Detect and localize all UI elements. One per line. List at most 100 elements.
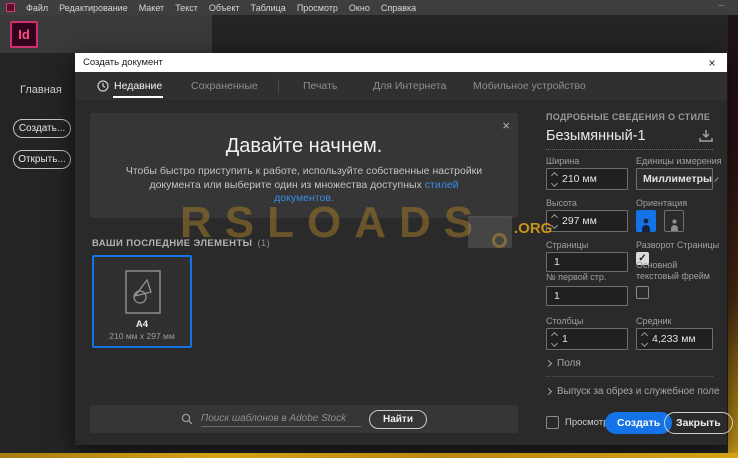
hero-body-line1: Чтобы быстро приступить к работе, исполь… [125, 165, 483, 177]
tab-mobile-label: Мобильное устройство [473, 80, 586, 92]
recent-items-label: ВАШИ ПОСЛЕДНИЕ ЭЛЕМЕНТЫ (1) [92, 238, 270, 249]
preview-checkbox[interactable] [546, 416, 559, 429]
document-name-field[interactable]: Безымянный-1 [546, 128, 646, 144]
close-button[interactable]: Закрыть [664, 412, 733, 434]
hero-body-line2: документа или выберите один из множества… [90, 179, 518, 193]
tab-saved[interactable]: Сохраненные [191, 72, 258, 100]
tab-web[interactable]: Для Интернета [373, 72, 446, 100]
indesign-logo: Id [10, 21, 38, 48]
start-page-input[interactable]: 1 [546, 286, 628, 306]
tab-recent[interactable]: Недавние [97, 72, 163, 100]
bleed-section-toggle[interactable]: Выпуск за обрез и служебное поле [544, 386, 720, 397]
hero-body-line3: документов. [90, 192, 518, 206]
primary-frame-label: Основной текстовый фрейм [636, 260, 710, 281]
columns-value: 1 [562, 333, 568, 345]
pages-value: 1 [554, 256, 560, 268]
primary-frame-checkbox[interactable] [636, 286, 649, 299]
height-spin-buttons[interactable] [547, 211, 562, 231]
height-value: 297 мм [562, 215, 597, 227]
document-thumbnail-icon [125, 270, 161, 314]
facing-pages-label: Разворот Страницы [636, 240, 720, 250]
tab-mobile[interactable]: Мобильное устройство [473, 72, 586, 100]
start-page-value: 1 [554, 290, 560, 302]
orientation-portrait-button[interactable] [636, 210, 656, 232]
portrait-person-icon [642, 218, 650, 232]
width-stepper[interactable]: 210 мм [546, 168, 628, 190]
units-dropdown[interactable]: Миллиметры [636, 168, 719, 190]
preset-details-panel: ПОДРОБНЫЕ СВЕДЕНИЯ О СТИЛЕ Безымянный-1 … [532, 100, 733, 445]
create-document-dialog: Создать документ × Недавние Сохраненные … [75, 53, 733, 445]
menu-object[interactable]: Объект [209, 3, 240, 13]
columns-spin-buttons[interactable] [547, 329, 562, 349]
panel-footer: Просмотр Создать Закрыть [546, 412, 733, 434]
stock-search-bar: Найти [90, 405, 518, 433]
chevron-down-icon [714, 176, 719, 182]
menu-type[interactable]: Текст [175, 3, 198, 13]
gutter-label: Средник [636, 316, 672, 326]
bottom-gold-bar [0, 453, 738, 458]
margins-section-toggle[interactable]: Поля [544, 358, 581, 369]
units-label: Единицы измерения [636, 156, 722, 166]
menu-bar: Файл Редактирование Макет Текст Объект Т… [0, 0, 738, 15]
height-label: Высота [546, 198, 577, 208]
section-divider [546, 376, 713, 377]
start-page-label: № первой стр. [546, 272, 607, 282]
preset-details-header: ПОДРОБНЫЕ СВЕДЕНИЯ О СТИЛЕ [546, 112, 711, 122]
tab-print[interactable]: Печать [303, 72, 337, 100]
sidebar-item-home[interactable]: Главная [20, 84, 62, 96]
dialog-close-icon[interactable]: × [703, 53, 721, 72]
units-value: Миллиметры [643, 173, 712, 185]
hero-close-icon[interactable]: × [502, 118, 510, 133]
stock-search-input[interactable] [201, 411, 361, 427]
tab-divider [278, 79, 279, 93]
dialog-content: × Давайте начнем. Чтобы быстро приступит… [75, 100, 733, 445]
menu-view[interactable]: Просмотр [297, 3, 338, 13]
menu-edit[interactable]: Редактирование [59, 3, 128, 13]
menu-help[interactable]: Справка [381, 3, 416, 13]
background-edge-strip [728, 0, 738, 458]
sidebar-create-button[interactable]: Создать... [13, 119, 71, 138]
tab-recent-label: Недавние [114, 80, 163, 92]
clock-icon [97, 80, 109, 92]
create-button[interactable]: Создать [605, 412, 673, 434]
width-spin-buttons[interactable] [547, 169, 562, 189]
active-tab-underline [113, 96, 163, 98]
minimize-icon[interactable]: – [718, 0, 724, 11]
menu-window[interactable]: Окно [349, 3, 370, 13]
menu-file[interactable]: Файл [26, 3, 48, 13]
dialog-tabbar: Недавние Сохраненные Печать Для Интернет… [75, 72, 727, 100]
width-value: 210 мм [562, 173, 597, 185]
documents-link[interactable]: документов. [274, 192, 334, 204]
menu-table[interactable]: Таблица [251, 3, 286, 13]
tab-web-label: Для Интернета [373, 80, 447, 92]
dialog-titlebar: Создать документ × [75, 53, 727, 72]
pages-input[interactable]: 1 [546, 252, 628, 272]
orientation-label: Ориентация [636, 198, 688, 208]
save-preset-icon[interactable] [699, 129, 713, 143]
menu-layout[interactable]: Макет [139, 3, 164, 13]
find-button[interactable]: Найти [369, 409, 427, 429]
app-window: Файл Редактирование Макет Текст Объект Т… [0, 0, 738, 458]
hero-body: Чтобы быстро приступить к работе, исполь… [90, 165, 518, 206]
app-toolbar: Id [0, 15, 212, 53]
styles-link[interactable]: стилей [425, 179, 459, 191]
recent-card-size: 210 мм x 297 мм [109, 331, 175, 341]
chevron-right-icon [544, 359, 553, 368]
columns-stepper[interactable]: 1 [546, 328, 628, 350]
gutter-stepper[interactable]: 4,233 мм [636, 328, 713, 350]
tab-print-label: Печать [303, 80, 338, 92]
orientation-landscape-button[interactable] [664, 210, 684, 232]
height-stepper[interactable]: 297 мм [546, 210, 628, 232]
document-name-row: Безымянный-1 [546, 127, 713, 150]
sidebar-open-button[interactable]: Открыть... [13, 150, 71, 169]
recent-items-title: ВАШИ ПОСЛЕДНИЕ ЭЛЕМЕНТЫ [92, 238, 253, 249]
hero-body-line2-text: документа или выберите один из множества… [149, 178, 422, 191]
recent-document-card[interactable]: A4 210 мм x 297 мм [92, 255, 192, 348]
tab-saved-label: Сохраненные [191, 80, 258, 92]
gutter-spin-buttons[interactable] [637, 329, 652, 349]
columns-label: Столбцы [546, 316, 584, 326]
pages-label: Страницы [546, 240, 589, 250]
recent-items-count: (1) [257, 238, 271, 249]
chevron-right-icon [544, 387, 553, 396]
dialog-title: Создать документ [83, 57, 163, 68]
